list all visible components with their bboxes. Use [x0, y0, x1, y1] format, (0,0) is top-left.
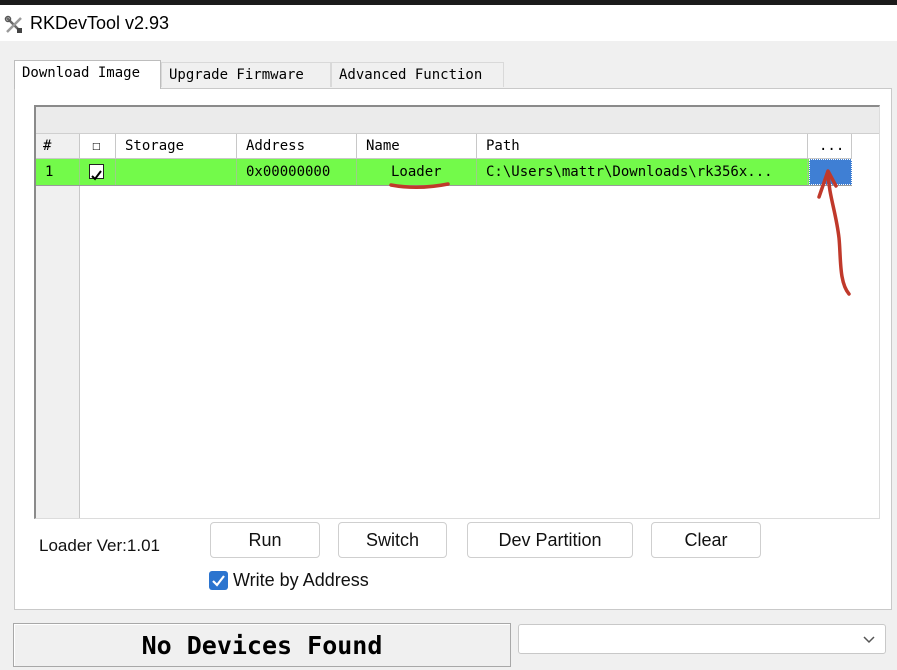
- row-path[interactable]: C:\Users\mattr\Downloads\rk356x...: [477, 159, 808, 185]
- tab-upgrade-firmware[interactable]: Upgrade Firmware: [161, 62, 331, 87]
- row-number-column: [36, 134, 80, 518]
- table-row[interactable]: 1 0x00000000 Loader C:\Users\mattr\Downl…: [36, 159, 852, 186]
- column-header-path[interactable]: Path: [477, 134, 808, 159]
- tab-download-image[interactable]: Download Image: [14, 60, 161, 89]
- write-by-address-label[interactable]: Write by Address: [233, 570, 369, 591]
- row-checkbox-cell[interactable]: [80, 159, 116, 185]
- column-header-name[interactable]: Name: [357, 134, 477, 159]
- write-by-address-checkbox[interactable]: [209, 571, 228, 590]
- column-header-browse[interactable]: ...: [808, 134, 852, 159]
- row-index: 1: [36, 159, 80, 185]
- clear-button[interactable]: Clear: [651, 522, 761, 558]
- row-name[interactable]: Loader: [357, 159, 477, 185]
- device-status-text: No Devices Found: [141, 631, 383, 660]
- window-title: RKDevTool v2.93: [30, 13, 170, 33]
- checkmark-icon: [91, 170, 102, 181]
- chevron-down-icon[interactable]: [861, 631, 877, 647]
- row-storage: [116, 159, 237, 185]
- device-select[interactable]: [518, 624, 886, 654]
- browse-path-button[interactable]: [809, 159, 852, 185]
- image-list-grid[interactable]: # ☐ Storage Address Name Path ... 1 0x00…: [34, 105, 880, 519]
- column-header-index[interactable]: #: [36, 134, 80, 159]
- run-button[interactable]: Run: [210, 522, 320, 558]
- row-address[interactable]: 0x00000000: [237, 159, 357, 185]
- dev-partition-button[interactable]: Dev Partition: [467, 522, 633, 558]
- row-checkbox[interactable]: [89, 164, 104, 181]
- column-header-check[interactable]: ☐: [80, 134, 116, 159]
- tools-icon: [4, 15, 22, 33]
- checkmark-icon: [212, 575, 225, 587]
- column-header-address[interactable]: Address: [237, 134, 357, 159]
- grid-header-strip: [36, 107, 879, 134]
- device-status-box: No Devices Found: [13, 623, 511, 667]
- title-bar[interactable]: RKDevTool v2.93: [0, 5, 897, 41]
- loader-version: Loader Ver:1.01: [39, 536, 160, 555]
- switch-button[interactable]: Switch: [338, 522, 447, 558]
- tab-advanced-function[interactable]: Advanced Function: [331, 62, 504, 87]
- column-header-storage[interactable]: Storage: [116, 134, 237, 159]
